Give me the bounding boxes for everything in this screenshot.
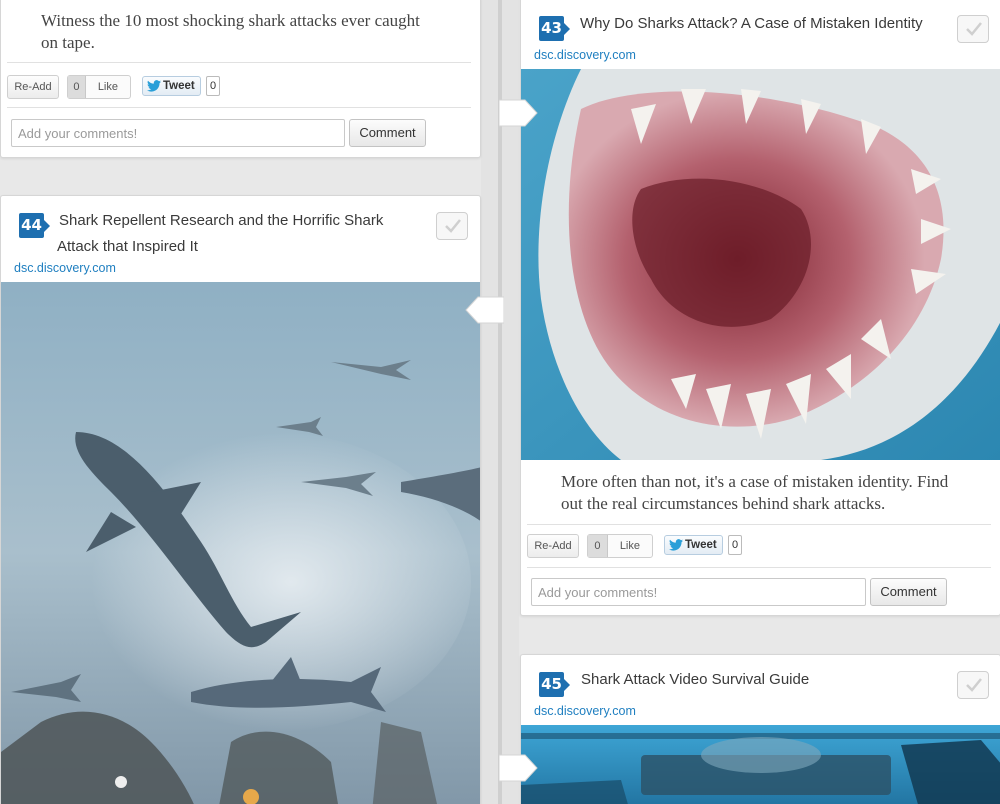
card-description: Witness the 10 most shocking shark attac… xyxy=(41,11,420,52)
tweet-label: Tweet xyxy=(163,80,195,92)
divider xyxy=(527,567,991,568)
card-source[interactable]: dsc.discovery.com xyxy=(534,48,636,62)
card-43: 43 Why Do Sharks Attack? A Case of Mista… xyxy=(520,0,1000,616)
check-icon xyxy=(445,219,461,233)
card-source[interactable]: dsc.discovery.com xyxy=(14,261,116,275)
tweet-button[interactable]: Tweet xyxy=(142,76,201,96)
underwater-sub-scene xyxy=(521,725,1000,804)
underwater-scene xyxy=(1,282,480,804)
card-44: 44 Shark Repellent Research and the Horr… xyxy=(0,195,481,804)
divider xyxy=(7,107,471,108)
video-number-icon: 43 xyxy=(539,16,570,41)
mark-watched-button[interactable] xyxy=(957,15,989,43)
mark-watched-button[interactable] xyxy=(957,671,989,699)
timeline-arrow-icon xyxy=(464,296,504,324)
card-title-line1: Shark Repellent Research and the Horrifi… xyxy=(59,212,384,229)
twitter-bird-icon xyxy=(669,539,683,551)
card-title[interactable]: Shark Attack Video Survival Guide xyxy=(581,667,961,692)
card-image-sharks-divers[interactable] xyxy=(1,282,480,804)
like-label: Like xyxy=(97,81,118,93)
readd-button[interactable]: Re-Add xyxy=(527,534,579,558)
shark-mouth-scene xyxy=(521,69,1000,460)
like-button[interactable]: 0 Like xyxy=(587,534,653,558)
like-count: 0 xyxy=(588,535,608,557)
check-icon xyxy=(966,22,982,36)
tweet-button[interactable]: Tweet xyxy=(664,535,723,555)
comment-input[interactable] xyxy=(531,578,866,606)
card-previous: Witness the 10 most shocking shark attac… xyxy=(0,0,481,158)
like-button[interactable]: 0 Like xyxy=(67,75,131,99)
divider xyxy=(527,524,991,525)
card-title[interactable]: Shark Repellent Research and the Horrifi… xyxy=(59,208,419,233)
card-image-underwater-sub[interactable] xyxy=(521,725,1000,804)
tweet-count: 0 xyxy=(728,535,742,555)
tweet-count: 0 xyxy=(206,76,220,96)
video-number-icon: 45 xyxy=(539,672,570,697)
check-icon xyxy=(966,678,982,692)
mark-watched-button[interactable] xyxy=(436,212,468,240)
comment-button[interactable]: Comment xyxy=(870,578,947,606)
card-title[interactable]: Why Do Sharks Attack? A Case of Mistaken… xyxy=(580,11,960,36)
tweet-label: Tweet xyxy=(685,539,717,551)
card-image-shark-mouth[interactable] xyxy=(521,69,1000,460)
card-source[interactable]: dsc.discovery.com xyxy=(534,704,636,718)
card-title-continued[interactable]: Attack that Inspired It xyxy=(57,234,417,259)
card-45: 45 Shark Attack Video Survival Guide dsc… xyxy=(520,654,1000,804)
timeline-arrow-icon xyxy=(499,754,538,782)
readd-button[interactable]: Re-Add xyxy=(7,75,59,99)
twitter-bird-icon xyxy=(147,80,161,92)
comment-input[interactable] xyxy=(11,119,345,147)
video-number-icon: 44 xyxy=(19,213,50,238)
divider xyxy=(7,62,471,63)
like-count: 0 xyxy=(68,76,86,98)
comment-button[interactable]: Comment xyxy=(349,119,426,147)
like-label: Like xyxy=(619,540,640,552)
timeline-arrow-icon xyxy=(499,99,538,127)
card-description: More often than not, it's a case of mist… xyxy=(561,472,949,513)
